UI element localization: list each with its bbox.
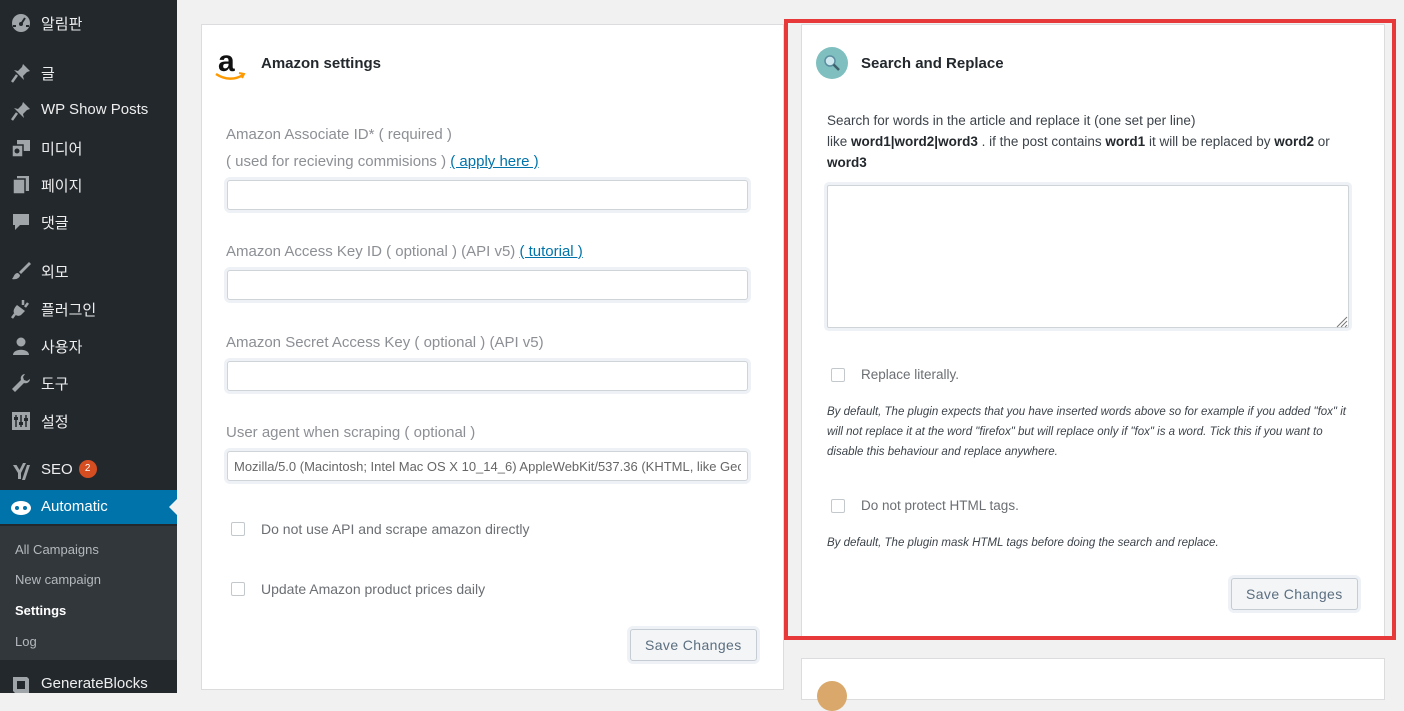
wrench-icon [10, 373, 32, 393]
pin-icon [10, 63, 32, 83]
sidebar-item-label: 플러그인 [41, 302, 97, 319]
sidebar-item-label: Automatic [41, 498, 108, 515]
update-prices-checkbox-row[interactable]: Update Amazon product prices daily [231, 581, 485, 597]
sidebar-item-label: SEO 2 [41, 460, 97, 479]
sidebar-item-label: 미디어 [41, 141, 83, 158]
sidebar-item-label: 알림판 [41, 16, 83, 33]
sidebar-item-label: 외모 [41, 264, 69, 281]
associate-id-label: Amazon Associate ID* ( required ) [226, 126, 452, 143]
sidebar-item-pages[interactable]: 페이지 [0, 167, 177, 201]
sidebar-item-comments[interactable]: 댓글 [0, 204, 177, 238]
sidebar-item-label: 설정 [41, 414, 69, 431]
update-count-badge: 2 [78, 460, 97, 479]
no-api-checkbox-row[interactable]: Do not use API and scrape amazon directl… [231, 521, 529, 537]
panel-title: Amazon settings [261, 55, 382, 72]
sidebar-item-seo[interactable]: SEO 2 [0, 453, 177, 487]
update-prices-label: Update Amazon product prices daily [261, 581, 486, 597]
sidebar-item-media[interactable]: 미디어 [0, 130, 177, 164]
amazon-settings-panel: a Amazon settings Amazon Associate ID* (… [201, 24, 784, 690]
access-key-label-text: Amazon Access Key ID ( optional ) (API v… [226, 243, 516, 260]
next-settings-panel [801, 658, 1385, 711]
user-agent-input[interactable] [227, 451, 748, 481]
sidebar-item-wp-show-posts[interactable]: WP Show Posts [0, 93, 177, 127]
associate-id-input[interactable] [227, 180, 748, 210]
pin-icon [10, 101, 32, 121]
sidebar-item-label: 도구 [41, 376, 69, 393]
sidebar-item-label: 글 [41, 66, 55, 83]
brush-icon [10, 261, 32, 281]
sidebar-item-label: WP Show Posts [41, 101, 149, 118]
access-key-input[interactable] [227, 270, 748, 300]
access-key-label: Amazon Access Key ID ( optional ) (API v… [226, 243, 583, 260]
media-icon [10, 138, 32, 158]
sidebar-item-plugins[interactable]: 플러그인 [0, 291, 177, 325]
sidebar-item-dashboard[interactable]: 알림판 [0, 5, 177, 39]
avatar-icon [817, 681, 847, 711]
tutorial-link[interactable]: ( tutorial ) [519, 243, 582, 260]
settings-icon [10, 411, 32, 431]
sidebar-item-settings[interactable]: 설정 [0, 403, 177, 437]
no-api-checkbox[interactable] [231, 522, 245, 536]
submenu-log[interactable]: Log [15, 634, 37, 649]
secret-key-input[interactable] [227, 361, 748, 391]
user-icon [10, 336, 32, 356]
highlight-frame [784, 19, 1396, 640]
associate-id-sub-label: ( used for recieving commisions ) ( appl… [226, 153, 539, 170]
automatic-icon [10, 498, 32, 518]
sidebar-item-generateblocks[interactable]: GenerateBlocks [0, 667, 177, 701]
automatic-submenu: All Campaigns New campaign Settings Log [0, 526, 177, 660]
sidebar-item-posts[interactable]: 글 [0, 55, 177, 89]
sidebar-item-automatic[interactable]: Automatic [0, 490, 177, 524]
sidebar-item-appearance[interactable]: 외모 [0, 253, 177, 287]
submenu-all-campaigns[interactable]: All Campaigns [15, 542, 99, 557]
sidebar-item-label: 사용자 [41, 339, 83, 356]
user-agent-label: User agent when scraping ( optional ) [226, 424, 476, 441]
secret-key-label: Amazon Secret Access Key ( optional ) (A… [226, 334, 544, 351]
generateblocks-icon [10, 675, 32, 695]
admin-sidebar: 알림판 글 WP Show Posts 미디어 페이지 댓글 외모 플러그인 사… [0, 0, 177, 693]
plugin-icon [10, 299, 32, 319]
amazon-save-button[interactable]: Save Changes [630, 629, 757, 661]
comment-icon [10, 212, 32, 232]
update-prices-checkbox[interactable] [231, 582, 245, 596]
associate-hint-text: ( used for recieving commisions ) [226, 153, 447, 170]
submenu-new-campaign[interactable]: New campaign [15, 572, 101, 587]
sidebar-item-tools[interactable]: 도구 [0, 365, 177, 399]
no-api-label: Do not use API and scrape amazon directl… [261, 521, 530, 537]
sidebar-item-label: GenerateBlocks [41, 675, 148, 692]
active-indicator-arrow [169, 499, 177, 515]
pages-icon [10, 175, 32, 195]
yoast-icon [10, 461, 32, 481]
sidebar-item-users[interactable]: 사용자 [0, 328, 177, 362]
sidebar-item-label: 페이지 [41, 178, 83, 195]
dashboard-icon [10, 13, 32, 33]
sidebar-item-label: 댓글 [41, 215, 69, 232]
apply-here-link[interactable]: ( apply here ) [450, 153, 538, 170]
seo-label: SEO [41, 461, 73, 478]
svg-text:a: a [218, 47, 235, 78]
submenu-settings[interactable]: Settings [15, 603, 66, 618]
amazon-logo-icon: a [213, 45, 247, 88]
